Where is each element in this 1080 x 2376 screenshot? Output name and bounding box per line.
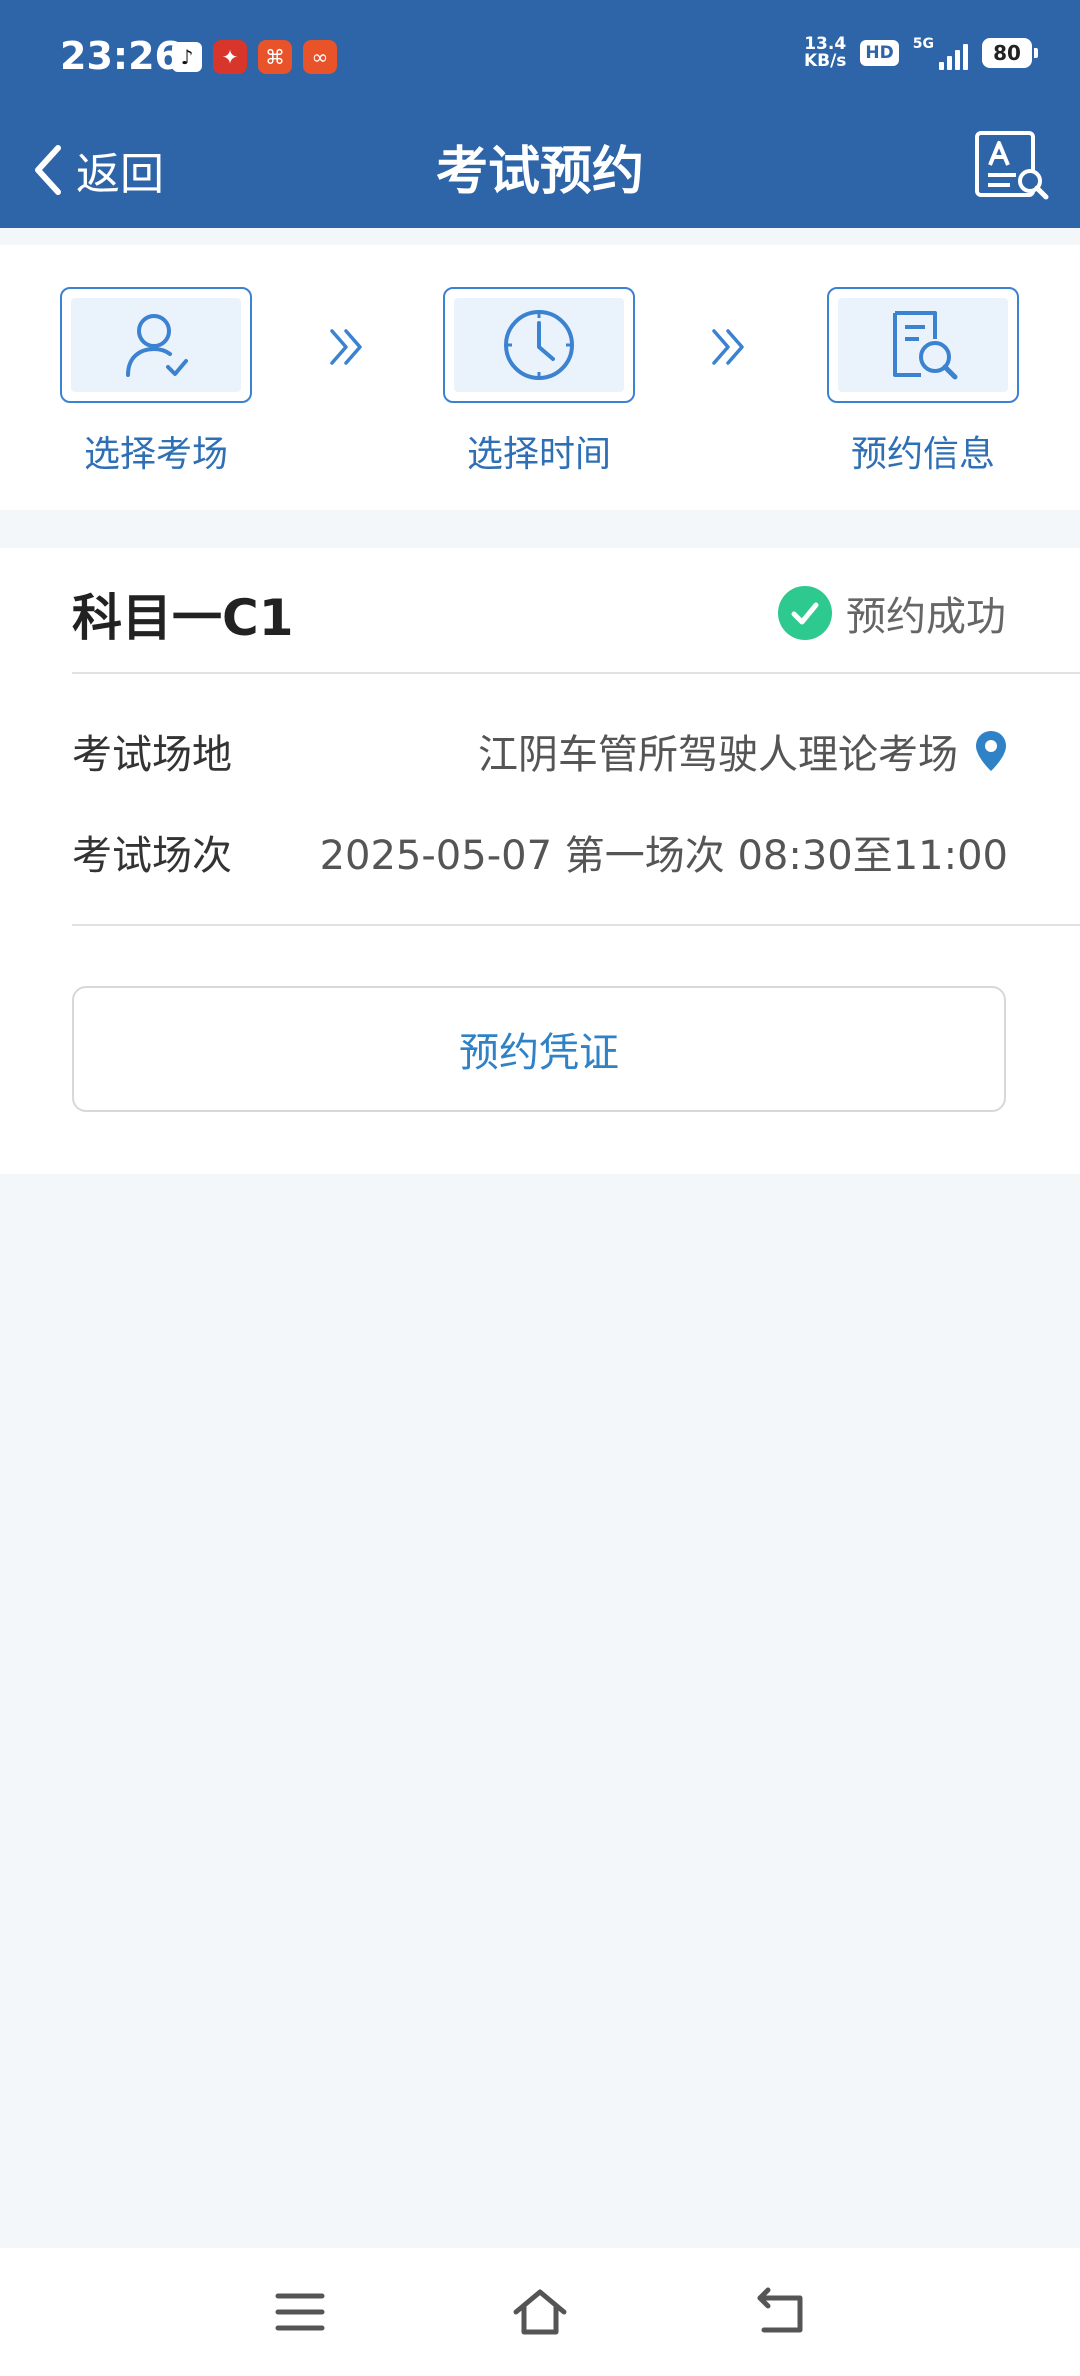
document-search-icon xyxy=(893,311,958,380)
info-row-session: 考试场次 2025-05-07 第一场次 08:30至11:00 xyxy=(72,822,1008,882)
status-badge: 预约成功 xyxy=(778,584,1006,642)
subject-title: 科目一C1 xyxy=(72,589,294,647)
hd-badge: HD xyxy=(860,40,899,66)
document-search-button[interactable] xyxy=(972,127,1052,207)
status-time: 23:26 xyxy=(60,34,181,78)
app-header: 23:26 ♪ ✦ ⌘ ∞ 13.4 KB/s HD 5G 80 返回 考试预约 xyxy=(0,0,1080,228)
venue-value[interactable]: 江阴车管所驾驶人理论考场 xyxy=(478,722,1008,780)
net-speed: 13.4 KB/s xyxy=(803,34,847,71)
home-icon[interactable] xyxy=(510,2282,570,2342)
info-row-venue: 考试场地 江阴车管所驾驶人理论考场 xyxy=(72,721,1008,781)
user-check-icon xyxy=(126,314,188,377)
step-select-venue: 选择考场 xyxy=(58,287,254,477)
tiktok-icon: ♪ xyxy=(172,42,202,72)
booking-voucher-button[interactable]: 预约凭证 xyxy=(72,986,1006,1112)
back-nav-icon[interactable] xyxy=(750,2282,810,2342)
back-label: 返回 xyxy=(76,149,164,200)
app-red2-icon: ∞ xyxy=(303,40,337,74)
system-navigation-bar xyxy=(0,2248,1080,2376)
signal-icon: 5G xyxy=(913,36,968,70)
info-label: 考试场次 xyxy=(72,833,232,879)
double-chevron-right-icon xyxy=(330,329,362,365)
booking-result-card: 科目一C1 预约成功 考试场地 江阴车管所驾驶人理论考场 考试场次 2025-0… xyxy=(0,548,1080,1174)
status-text: 预约成功 xyxy=(846,594,1006,640)
step-label: 预约信息 xyxy=(850,434,995,475)
document-search-icon xyxy=(975,131,1049,200)
nav-bar: 返回 考试预约 xyxy=(0,115,1080,228)
step-booking-info: 预约信息 xyxy=(825,287,1021,477)
steps-progress: 选择考场 选择时间 预约信息 xyxy=(0,245,1080,510)
step-label: 选择考场 xyxy=(83,434,228,475)
session-value: 2025-05-07 第一场次 08:30至11:00 xyxy=(319,833,1008,879)
step-label: 选择时间 xyxy=(466,434,611,475)
app-orange-icon: ⌘ xyxy=(258,40,292,74)
status-indicators: 13.4 KB/s HD 5G 80 xyxy=(803,34,1038,71)
app-red-icon: ✦ xyxy=(213,40,247,74)
check-circle-icon xyxy=(778,586,832,640)
divider xyxy=(72,924,1080,926)
location-pin-icon xyxy=(976,731,1006,771)
divider xyxy=(72,672,1080,674)
battery-icon: 80 xyxy=(982,38,1038,68)
status-app-icons: ♪ ✦ ⌘ ∞ xyxy=(172,40,337,74)
menu-icon[interactable] xyxy=(270,2282,330,2342)
step-select-time: 选择时间 xyxy=(441,287,637,477)
status-bar: 23:26 ♪ ✦ ⌘ ∞ 13.4 KB/s HD 5G 80 xyxy=(0,0,1080,115)
back-button[interactable]: 返回 xyxy=(30,135,164,205)
info-label: 考试场地 xyxy=(72,732,232,778)
chevron-left-icon xyxy=(35,145,61,195)
clock-icon xyxy=(504,310,574,380)
double-chevron-right-icon xyxy=(712,329,744,365)
